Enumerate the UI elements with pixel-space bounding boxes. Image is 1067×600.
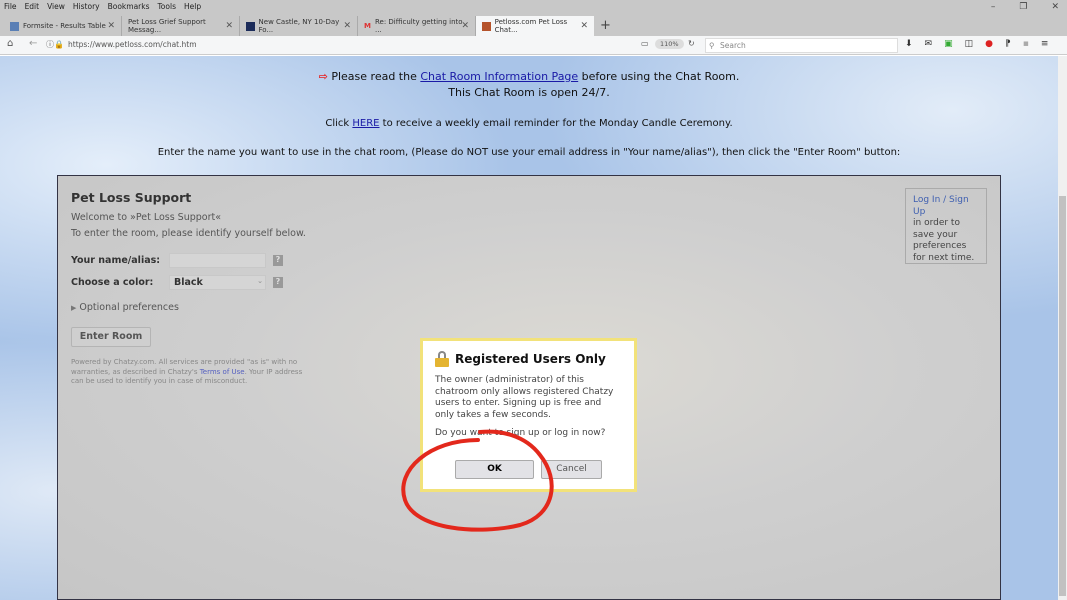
arrow-right-icon: ⇨ xyxy=(318,70,328,83)
chat-title: Pet Loss Support xyxy=(71,190,192,205)
here-link[interactable]: HERE xyxy=(352,118,379,129)
chevron-down-icon: ⌄ xyxy=(257,277,263,285)
document-icon xyxy=(10,21,19,31)
registered-users-dialog: Registered Users Only The owner (adminis… xyxy=(420,338,637,492)
search-icon: ⚲ xyxy=(709,41,715,50)
menu-file[interactable]: File xyxy=(4,2,17,12)
menu-tools[interactable]: Tools xyxy=(158,2,176,12)
dialog-title: Registered Users Only xyxy=(455,352,606,366)
menu-bar: File Edit View History Bookmarks Tools H… xyxy=(0,0,1067,14)
extension-icon[interactable]: ⁋ xyxy=(1005,39,1011,49)
instruction-text: To enter the room, please identify yours… xyxy=(71,228,306,239)
intro-line-4: Enter the name you want to use in the ch… xyxy=(157,147,901,158)
tab-petloss-chat[interactable]: Petloss.com Pet Loss Chat... ✕ xyxy=(476,16,594,36)
reader-view-icon[interactable]: ▭ xyxy=(641,39,649,48)
tab-gmail[interactable]: M Re: Difficulty getting into ... ✕ xyxy=(358,16,476,36)
close-window-button[interactable]: ✕ xyxy=(1051,2,1059,12)
hamburger-menu-icon[interactable]: ≡ xyxy=(1041,39,1049,49)
close-tab-icon[interactable]: ✕ xyxy=(225,21,233,31)
extension-icon[interactable]: ▪ xyxy=(1023,39,1029,49)
home-icon[interactable]: ⌂ xyxy=(7,38,13,49)
help-icon[interactable]: ? xyxy=(273,255,283,266)
close-tab-icon[interactable]: ✕ xyxy=(343,21,351,31)
info-lock-icon[interactable]: ⓘ🔒 xyxy=(46,39,64,50)
close-tab-icon[interactable]: ✕ xyxy=(580,21,588,31)
url-bar[interactable]: https://www.petloss.com/chat.htm xyxy=(68,40,197,49)
new-tab-button[interactable]: + xyxy=(594,18,617,36)
chat-info-link[interactable]: Chat Room Information Page xyxy=(420,70,578,83)
optional-preferences-toggle[interactable]: ▶ Optional preferences xyxy=(71,302,179,313)
petloss-icon xyxy=(482,21,491,31)
close-tab-icon[interactable]: ✕ xyxy=(107,21,115,31)
tab-weather[interactable]: New Castle, NY 10-Day Fo... ✕ xyxy=(240,16,358,36)
scrollbar-thumb[interactable] xyxy=(1059,196,1066,596)
tab-formsite[interactable]: Formsite - Results Table ✕ xyxy=(4,16,122,36)
dialog-body: The owner (administrator) of this chatro… xyxy=(435,375,614,420)
minimize-button[interactable]: – xyxy=(991,2,996,12)
tab-petloss-messages[interactable]: Pet Loss Grief Support Messag... ✕ xyxy=(122,16,240,36)
menu-history[interactable]: History xyxy=(73,2,100,12)
tab-bar: Formsite - Results Table ✕ Pet Loss Grief… xyxy=(0,14,1067,36)
download-icon[interactable]: ⬇ xyxy=(905,39,913,49)
name-label: Your name/alias: xyxy=(71,255,161,266)
back-icon[interactable]: ← xyxy=(29,38,37,49)
intro-line-1: ⇨ Please read the Chat Room Information … xyxy=(318,70,740,83)
ok-button[interactable]: OK xyxy=(455,460,534,479)
lock-icon xyxy=(435,351,449,367)
triangle-right-icon: ▶ xyxy=(71,304,77,312)
menu-view[interactable]: View xyxy=(47,2,65,12)
scrollbar[interactable] xyxy=(1058,56,1067,600)
color-label: Choose a color: xyxy=(71,277,154,288)
menu-bookmarks[interactable]: Bookmarks xyxy=(108,2,150,12)
login-box: Log In / Sign Up in order to save your pr… xyxy=(905,188,987,264)
intro-line-2: This Chat Room is open 24/7. xyxy=(448,86,610,99)
gmail-icon: M xyxy=(364,22,371,30)
close-tab-icon[interactable]: ✕ xyxy=(461,21,469,31)
weather-icon xyxy=(246,21,255,31)
color-select[interactable]: Black ⌄ xyxy=(169,275,266,290)
name-input[interactable] xyxy=(169,253,266,268)
cancel-button[interactable]: Cancel xyxy=(541,460,602,479)
restore-button[interactable]: ❐ xyxy=(1019,2,1027,12)
terms-link[interactable]: Terms of Use xyxy=(200,368,245,376)
mail-icon[interactable]: ✉ xyxy=(925,39,933,49)
dialog-question: Do you want to sign up or log in now? xyxy=(435,428,606,438)
login-signup-link[interactable]: Log In / Sign Up xyxy=(913,195,979,218)
nav-bar: ⌂ ← ⓘ🔒 https://www.petloss.com/chat.htm … xyxy=(0,36,1067,55)
powered-by-text: Powered by Chatzy.com. All services are … xyxy=(71,358,303,385)
reload-icon[interactable]: ↻ xyxy=(688,39,695,48)
extension-icon[interactable]: ▣ xyxy=(944,39,953,49)
welcome-text: Welcome to »Pet Loss Support« xyxy=(71,212,222,223)
enter-room-button[interactable]: Enter Room xyxy=(71,327,151,347)
search-input[interactable]: ⚲ Search xyxy=(705,38,898,53)
zoom-level[interactable]: 110% xyxy=(655,39,684,49)
sidebar-icon[interactable]: ◫ xyxy=(965,39,974,49)
intro-line-3: Click HERE to receive a weekly email rem… xyxy=(325,118,733,129)
menu-help[interactable]: Help xyxy=(184,2,201,12)
menu-edit[interactable]: Edit xyxy=(25,2,40,12)
help-icon[interactable]: ? xyxy=(273,277,283,288)
adblock-icon[interactable]: ● xyxy=(985,39,993,49)
